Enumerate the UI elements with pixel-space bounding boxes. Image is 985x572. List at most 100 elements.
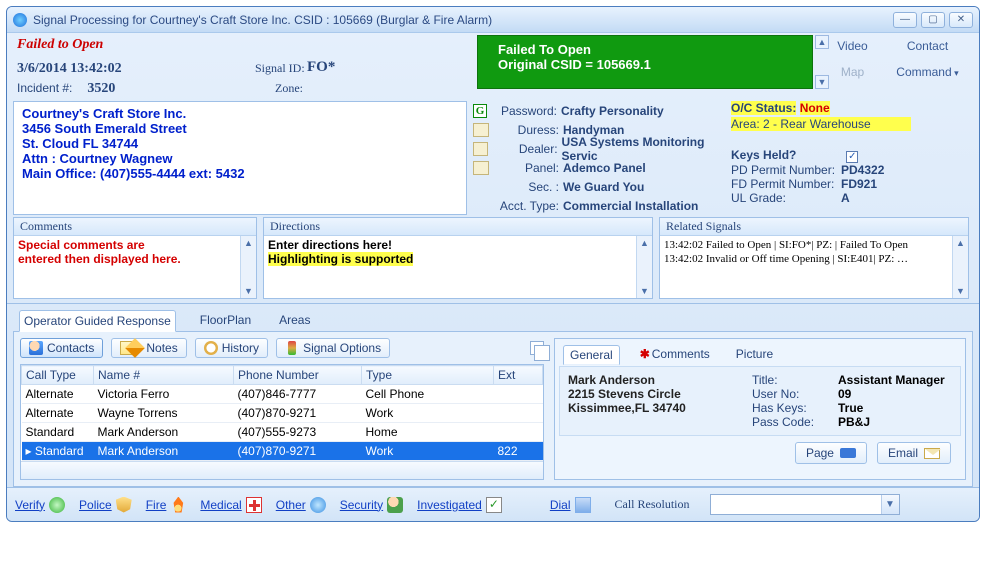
detail-title: Assistant Manager — [838, 373, 945, 387]
col-type[interactable]: Type — [362, 366, 494, 385]
detail-haskeys-label: Has Keys: — [752, 401, 824, 415]
table-row-selected[interactable]: ▸ StandardMark Anderson(407)870-9271Work… — [22, 442, 543, 461]
comments-header: Comments — [14, 218, 256, 236]
main-tabs: Operator Guided Response FloorPlan Areas — [13, 310, 973, 332]
subtab-picture[interactable]: Picture — [730, 345, 779, 365]
comments-scrollbar[interactable]: ▲▼ — [240, 236, 256, 298]
tab-operator-guided[interactable]: Operator Guided Response — [19, 310, 176, 332]
fire-icon — [170, 497, 186, 513]
col-calltype[interactable]: Call Type — [22, 366, 94, 385]
keys-held-checkbox[interactable]: ✓ — [846, 151, 858, 163]
sec-label: Sec. : — [493, 180, 559, 194]
account-info: GPassword:Crafty Personality Duress:Hand… — [473, 101, 725, 215]
history-button[interactable]: History — [195, 338, 268, 358]
link-command[interactable]: Command — [890, 65, 965, 79]
table-row[interactable]: AlternateWayne Torrens(407)870-9271Work — [22, 404, 543, 423]
medical-link[interactable]: Medical — [200, 497, 261, 513]
status-banner: Failed To Open Original CSID = 105669.1 — [477, 35, 813, 89]
dealer-value: USA Systems Monitoring Servic — [562, 135, 725, 163]
contacts-button[interactable]: Contacts — [20, 338, 103, 358]
call-resolution-combo[interactable]: ▼ — [710, 494, 900, 515]
status-col: O/C Status: None Area: 2 - Rear Warehous… — [731, 101, 965, 215]
comments-line2: entered then displayed here. — [18, 252, 252, 266]
other-icon — [310, 497, 326, 513]
notes-button[interactable]: Notes — [111, 338, 186, 358]
check-icon — [486, 497, 502, 513]
titlebar: Signal Processing for Courtney's Craft S… — [7, 7, 979, 33]
incident-label: Incident #: — [17, 81, 72, 95]
email-button[interactable]: Email — [877, 442, 951, 464]
shield-icon — [116, 497, 132, 513]
fd-permit-label: FD Permit Number: — [731, 177, 841, 191]
police-link[interactable]: Police — [79, 497, 132, 513]
tab-floorplan[interactable]: FloorPlan — [196, 310, 255, 331]
header-links: Video Contact Map Command — [815, 39, 965, 79]
detail-tabs: General ✱Comments Picture — [559, 343, 961, 367]
col-phone[interactable]: Phone Number — [234, 366, 362, 385]
link-contact[interactable]: Contact — [890, 39, 965, 53]
contacts-grid[interactable]: Call Type Name # Phone Number Type Ext A… — [20, 364, 544, 480]
copy-icon[interactable] — [530, 341, 544, 355]
dealer-icon[interactable] — [473, 142, 488, 156]
tab-strip: Operator Guided Response FloorPlan Areas… — [7, 303, 979, 487]
security-icon — [387, 497, 403, 513]
fire-link[interactable]: Fire — [146, 497, 187, 513]
ok-icon — [49, 497, 65, 513]
duress-icon[interactable] — [473, 123, 489, 137]
maximize-button[interactable]: ▢ — [921, 12, 945, 28]
tab-areas[interactable]: Areas — [275, 310, 314, 331]
dial-link[interactable]: Dial — [550, 497, 591, 513]
directions-panel: Directions Enter directions here! Highli… — [263, 217, 653, 299]
oc-status-value: None — [800, 101, 830, 115]
signalid-value: FO* — [307, 59, 335, 76]
signal-options-button[interactable]: Signal Options — [276, 338, 390, 358]
detail-addr1: 2215 Stevens Circle — [568, 387, 738, 401]
related-row[interactable]: 13:42:02 Invalid or Off time Opening | S… — [664, 252, 964, 266]
close-button[interactable]: ✕ — [949, 12, 973, 28]
other-link[interactable]: Other — [276, 497, 326, 513]
address-line5: Main Office: (407)555-4444 ext: 5432 — [22, 166, 458, 181]
col-ext[interactable]: Ext — [494, 366, 543, 385]
detail-userno: 09 — [838, 387, 945, 401]
investigated-link[interactable]: Investigated — [417, 497, 502, 513]
g-icon: G — [473, 104, 487, 118]
footer-bar: Verify Police Fire Medical Other Securit… — [7, 487, 979, 521]
oc-status-label: O/C Status: — [731, 101, 796, 115]
link-video[interactable]: Video — [815, 39, 890, 53]
subtab-general[interactable]: General — [563, 345, 620, 365]
link-map: Map — [815, 65, 890, 79]
traffic-icon — [288, 341, 296, 355]
dial-icon — [575, 497, 591, 513]
panel-icon[interactable] — [473, 161, 489, 175]
page-button[interactable]: Page — [795, 442, 867, 464]
detail-pass-label: Pass Code: — [752, 415, 824, 429]
security-link[interactable]: Security — [340, 497, 403, 513]
accttype-value: Commercial Installation — [563, 199, 698, 213]
chevron-down-icon[interactable]: ▼ — [881, 495, 899, 514]
directions-line2: Highlighting is supported — [268, 252, 413, 266]
verify-link[interactable]: Verify — [15, 497, 65, 513]
dealer-label: Dealer: — [492, 142, 558, 156]
call-resolution-label: Call Resolution — [615, 497, 690, 512]
star-icon: ✱ — [640, 347, 650, 361]
related-header: Related Signals — [660, 218, 968, 236]
detail-userno-label: User No: — [752, 387, 824, 401]
app-icon — [13, 13, 27, 27]
address-box: Courtney's Craft Store Inc. 3456 South E… — [13, 101, 467, 215]
table-row[interactable]: StandardMark Anderson(407)555-9273Home — [22, 423, 543, 442]
directions-header: Directions — [264, 218, 652, 236]
keys-held-label: Keys Held? — [731, 148, 796, 162]
table-row[interactable]: AlternateVictoria Ferro(407)846-7777Cell… — [22, 385, 543, 404]
col-name[interactable]: Name # — [94, 366, 234, 385]
minimize-button[interactable]: — — [893, 12, 917, 28]
pd-permit-label: PD Permit Number: — [731, 163, 841, 177]
comments-panel: Comments Special comments are entered th… — [13, 217, 257, 299]
directions-scrollbar[interactable]: ▲▼ — [636, 236, 652, 298]
pd-permit-value: PD4322 — [841, 163, 884, 177]
related-panel: Related Signals 13:42:02 Failed to Open … — [659, 217, 969, 299]
related-row[interactable]: 13:42:02 Failed to Open | SI:FO*| PZ: | … — [664, 238, 964, 252]
medical-icon — [246, 497, 262, 513]
related-scrollbar[interactable]: ▲▼ — [952, 236, 968, 298]
subtab-comments[interactable]: ✱Comments — [634, 345, 716, 365]
directions-line1: Enter directions here! — [268, 238, 648, 252]
